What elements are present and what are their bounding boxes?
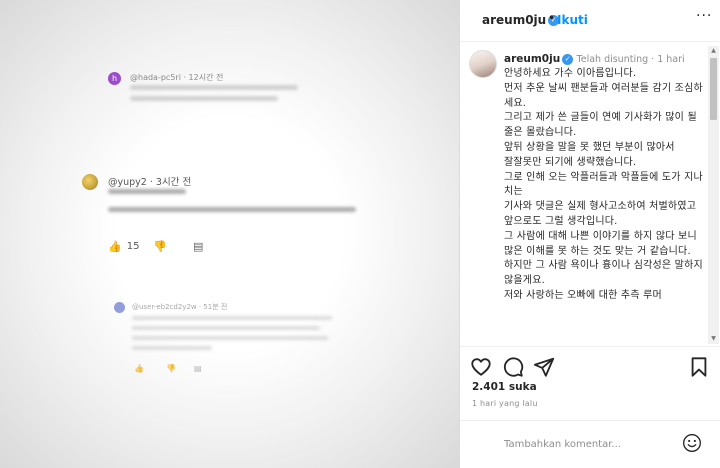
- comment-like-button: 👍: [134, 364, 144, 373]
- bookmark-icon[interactable]: [688, 356, 710, 378]
- separator-dot: •: [548, 11, 556, 25]
- post-timestamp[interactable]: 1 hari yang lalu: [472, 399, 538, 408]
- author-avatar[interactable]: [469, 50, 497, 78]
- post-image[interactable]: h @hada-pc5ri · 12시간 전 @yupy2 · 3시간 전 👍 …: [0, 0, 459, 468]
- blurred-text: [132, 346, 212, 350]
- comment-reply-button: ▤: [194, 364, 202, 373]
- heart-icon[interactable]: [470, 356, 492, 378]
- comment-input[interactable]: [504, 435, 674, 453]
- blurred-text: [132, 326, 320, 330]
- commenter-avatar: [114, 302, 125, 313]
- scroll-down-arrow-icon[interactable]: ▼: [708, 334, 719, 344]
- thumbs-down-icon: 👎: [166, 364, 176, 373]
- comment-dislike-button: 👎: [166, 364, 176, 373]
- comment-composer: [460, 420, 720, 468]
- scrollbar-thumb[interactable]: [710, 58, 717, 120]
- post-header: areum0ju ✓ • Ikuti ···: [460, 0, 720, 42]
- author-username-text[interactable]: areum0ju: [482, 13, 546, 27]
- caption-scroll-area[interactable]: areum0ju ✓ Telah disunting · 1 hari 안녕하세요…: [460, 42, 720, 346]
- emoji-icon[interactable]: [682, 433, 702, 453]
- blurred-text: [132, 336, 328, 340]
- caption-header: areum0ju ✓ Telah disunting · 1 hari: [504, 53, 685, 65]
- reply-icon: ▤: [194, 364, 202, 373]
- follow-button[interactable]: Ikuti: [557, 13, 588, 27]
- caption-username[interactable]: areum0ju: [504, 53, 560, 65]
- caption-meta: Telah disunting · 1 hari: [576, 54, 685, 65]
- comment-icon[interactable]: [502, 356, 524, 378]
- post-sidebar: areum0ju ✓ • Ikuti ··· areum0ju ✓ Telah di…: [459, 0, 720, 468]
- comment-handle: @user-eb2cd2y2w · 51분 전: [132, 303, 228, 311]
- thumbs-up-icon: 👍: [134, 364, 144, 373]
- verified-badge-icon: ✓: [562, 53, 574, 65]
- scroll-up-arrow-icon[interactable]: ▲: [708, 46, 719, 56]
- share-icon[interactable]: [533, 356, 555, 378]
- blurred-text: [132, 316, 332, 320]
- post-actions: [460, 346, 720, 386]
- like-count[interactable]: 2.401 suka: [472, 381, 537, 393]
- caption-text: 안녕하세요 가수 이아름입니다. 먼저 추운 날씨 팬분들과 여러분들 감기 조…: [504, 68, 703, 301]
- more-options-icon[interactable]: ···: [696, 8, 712, 24]
- caption-scrollbar[interactable]: ▲ ▼: [708, 46, 719, 344]
- blurred-comment: @user-eb2cd2y2w · 51분 전 👍 👎 ▤: [0, 0, 459, 390]
